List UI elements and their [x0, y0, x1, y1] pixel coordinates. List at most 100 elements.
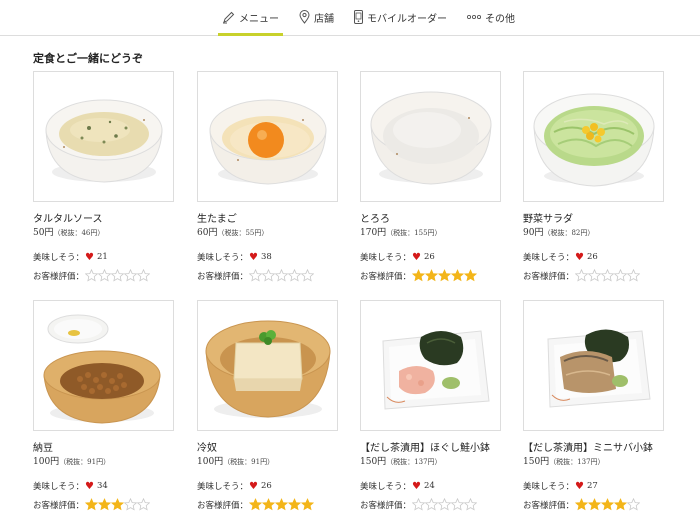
product-name[interactable]: とろろ [360, 210, 501, 225]
pencil-icon [222, 11, 235, 24]
product-image[interactable] [33, 300, 174, 431]
star-empty-icon [627, 269, 641, 282]
product-price: 100円（税抜：91円） [33, 454, 174, 467]
likes-count: 24 [423, 481, 435, 491]
price-value: 170円 [360, 228, 387, 238]
product-image[interactable] [523, 71, 664, 202]
product-name[interactable]: 冷奴 [197, 439, 338, 454]
star-empty-icon [85, 269, 99, 282]
star-empty-icon [627, 498, 641, 511]
rating-row: お客様評価： [523, 269, 664, 282]
star-filled-icon [85, 498, 99, 511]
likes-row: 美味しそう： ♥ 34 [33, 480, 174, 493]
product-image[interactable] [523, 300, 664, 431]
price-value: 150円 [523, 457, 550, 467]
product-card[interactable]: 【だし茶漬用】ほぐし鮭小鉢 150円（税抜：137円） 美味しそう： ♥ 24 お客… [360, 300, 501, 511]
star-empty-icon [614, 269, 628, 282]
price-tax: （税抜：46円） [53, 229, 105, 237]
product-price: 150円（税抜：137円） [523, 454, 664, 467]
product-image[interactable] [360, 71, 501, 202]
rating-label: お客様評価： [33, 271, 85, 282]
mackerel-plate-image [547, 329, 651, 408]
price-tax: （税抜：91円） [223, 458, 275, 466]
product-card[interactable]: 納豆 100円（税抜：91円） 美味しそう： ♥ 34 お客様評価： [33, 300, 174, 511]
rating-label: お客様評価： [197, 500, 249, 511]
product-price: 60円（税抜：55円） [197, 225, 338, 238]
heart-icon[interactable]: ♥ [85, 481, 94, 492]
location-pin-icon [299, 10, 310, 24]
price-value: 60円 [197, 228, 218, 238]
product-card[interactable]: 野菜サラダ 90円（税抜：82円） 美味しそう： ♥ 26 お客様評価： [523, 71, 664, 282]
product-price: 100円（税抜：91円） [197, 454, 338, 467]
product-card[interactable]: 生たまご 60円（税抜：55円） 美味しそう： ♥ 38 お客様評価： [197, 71, 338, 282]
likes-row: 美味しそう： ♥ 26 [197, 480, 338, 493]
product-price: 150円（税抜：137円） [360, 454, 501, 467]
star-empty-icon [425, 498, 439, 511]
star-empty-icon [412, 498, 426, 511]
product-name[interactable]: 納豆 [33, 439, 174, 454]
section-title: 定食とご一緒にどうぞ [33, 52, 143, 65]
product-card[interactable]: 【だし茶漬用】ミニサバ小鉢 150円（税抜：137円） 美味しそう： ♥ 27 お客… [523, 300, 664, 511]
nav-label-other: その他 [485, 13, 515, 25]
nav-label-menu: メニュー [239, 13, 279, 25]
star-empty-icon [137, 498, 151, 511]
likes-label: 美味しそう： [197, 482, 249, 492]
nav-item-mobile-order[interactable]: モバイルオーダー [350, 0, 451, 34]
heart-icon[interactable]: ♥ [249, 481, 258, 492]
smartphone-icon [354, 10, 363, 24]
product-card[interactable]: 冷奴 100円（税抜：91円） 美味しそう： ♥ 26 お客様評価： [197, 300, 338, 511]
product-name[interactable]: 【だし茶漬用】ほぐし鮭小鉢 [360, 439, 501, 454]
product-name[interactable]: 野菜サラダ [523, 210, 664, 225]
top-navigation: メニュー 店舗 モバイルオーダー その他 [0, 0, 700, 36]
nav-label-stores: 店舗 [314, 13, 334, 25]
likes-count: 26 [260, 481, 272, 491]
heart-icon[interactable]: ♥ [249, 252, 258, 263]
raw-egg-bowl-image [209, 99, 327, 185]
price-tax: （税抜：137円） [386, 458, 442, 466]
heart-icon[interactable]: ♥ [85, 252, 94, 263]
rating-row: お客様評価： [197, 269, 338, 282]
salad-bowl-image [533, 93, 655, 187]
product-image[interactable] [33, 71, 174, 202]
product-card[interactable]: とろろ 170円（税抜：155円） 美味しそう： ♥ 26 お客様評価： [360, 71, 501, 282]
rating-row: お客様評価： [360, 269, 501, 282]
rating-stars [575, 269, 641, 282]
heart-icon[interactable]: ♥ [412, 252, 421, 263]
price-value: 90円 [523, 228, 544, 238]
nav-item-stores[interactable]: 店舗 [295, 0, 338, 34]
rating-label: お客様評価： [197, 271, 249, 282]
product-image[interactable] [197, 300, 338, 431]
natto-bowl-image [43, 314, 161, 424]
price-tax: （税抜：82円） [543, 229, 595, 237]
product-card[interactable]: タルタルソース 50円（税抜：46円） 美味しそう： ♥ 21 お客様評価： [33, 71, 174, 282]
product-price: 50円（税抜：46円） [33, 225, 174, 238]
likes-count: 27 [586, 481, 598, 491]
likes-label: 美味しそう： [33, 253, 85, 263]
product-name[interactable]: タルタルソース [33, 210, 174, 225]
star-empty-icon [249, 269, 263, 282]
rating-label: お客様評価： [523, 271, 575, 282]
likes-count: 26 [423, 252, 435, 262]
price-value: 100円 [33, 457, 60, 467]
more-dots-icon [467, 14, 481, 20]
star-empty-icon [98, 269, 112, 282]
product-image[interactable] [197, 71, 338, 202]
heart-icon[interactable]: ♥ [412, 481, 421, 492]
rating-row: お客様評価： [33, 269, 174, 282]
price-tax: （税抜：91円） [59, 458, 111, 466]
heart-icon[interactable]: ♥ [575, 252, 584, 263]
nav-item-menu[interactable]: メニュー [218, 0, 283, 36]
rating-stars [249, 269, 315, 282]
star-filled-icon [301, 498, 315, 511]
product-image[interactable] [360, 300, 501, 431]
rating-row: お客様評価： [33, 498, 174, 511]
price-value: 100円 [197, 457, 224, 467]
star-empty-icon [288, 269, 302, 282]
heart-icon[interactable]: ♥ [575, 481, 584, 492]
product-name[interactable]: 【だし茶漬用】ミニサバ小鉢 [523, 439, 664, 454]
product-name[interactable]: 生たまご [197, 210, 338, 225]
star-empty-icon [464, 498, 478, 511]
likes-row: 美味しそう： ♥ 21 [33, 251, 174, 264]
likes-row: 美味しそう： ♥ 24 [360, 480, 501, 493]
nav-item-other[interactable]: その他 [463, 0, 519, 34]
